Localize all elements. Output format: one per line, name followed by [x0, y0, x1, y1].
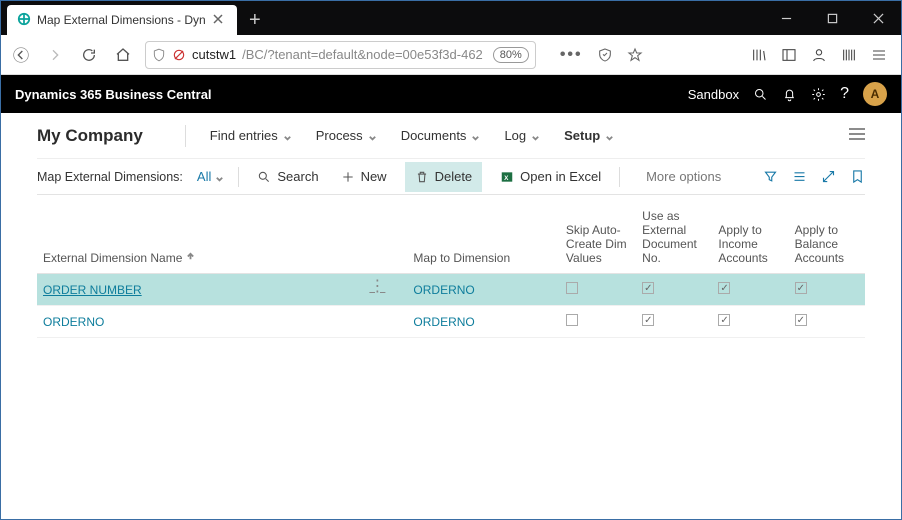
svg-text:X: X: [504, 174, 509, 181]
maximize-button[interactable]: [809, 1, 855, 35]
tab-close-icon[interactable]: [212, 13, 224, 28]
chevron-down-icon: [283, 131, 292, 140]
row-menu-icon[interactable]: ⋮: [369, 283, 401, 291]
col-name[interactable]: External Dimension Name: [37, 201, 407, 274]
expand-icon[interactable]: [821, 169, 836, 184]
checkbox-income[interactable]: [718, 314, 730, 326]
delete-action[interactable]: Delete: [405, 162, 483, 192]
menu-process[interactable]: Process: [316, 128, 377, 143]
shield-icon: [152, 48, 166, 62]
col-income[interactable]: Apply to Income Accounts: [712, 201, 788, 274]
app-header: Dynamics 365 Business Central Sandbox ? …: [1, 75, 901, 113]
chevron-down-icon: [531, 131, 540, 140]
action-bar: Map External Dimensions: All Search New …: [37, 159, 865, 195]
settings-gear-icon[interactable]: [811, 87, 826, 102]
menu-find-entries[interactable]: Find entries: [210, 128, 292, 143]
reload-button[interactable]: [77, 43, 101, 67]
close-window-button[interactable]: [855, 1, 901, 35]
new-tab-button[interactable]: +: [237, 5, 273, 35]
checkbox-income[interactable]: [718, 282, 730, 294]
cell-name[interactable]: ORDERNO: [43, 315, 104, 329]
col-extno[interactable]: Use as External Document No.: [636, 201, 712, 274]
user-avatar[interactable]: A: [863, 82, 887, 106]
checkbox-balance[interactable]: [795, 314, 807, 326]
bookmark-icon[interactable]: [850, 169, 865, 184]
search-icon[interactable]: [753, 87, 768, 102]
address-bar[interactable]: cutstw1/BC/?tenant=default&node=00e53f3d…: [145, 41, 536, 69]
toolbar-right-icons: [751, 47, 887, 63]
checkbox-extno[interactable]: [642, 282, 654, 294]
search-action[interactable]: Search: [253, 162, 322, 192]
page: My Company Find entries Process Document…: [1, 113, 901, 338]
checkbox-balance[interactable]: [795, 282, 807, 294]
tracking-blocked-icon: [172, 48, 186, 62]
view-icons: [763, 169, 865, 184]
minimize-button[interactable]: [763, 1, 809, 35]
nav-hamburger-icon[interactable]: [849, 127, 865, 145]
cell-map[interactable]: ORDERNO: [407, 306, 560, 338]
environment-badge: Sandbox: [688, 87, 739, 102]
page-title-bar: My Company Find entries Process Document…: [37, 113, 865, 159]
col-map[interactable]: Map to Dimension: [407, 201, 560, 274]
sort-asc-icon: [186, 251, 195, 265]
cell-name[interactable]: ORDER NUMBER: [43, 283, 142, 297]
cell-map[interactable]: ORDERNO: [407, 274, 560, 306]
browser-tab-strip: Map External Dimensions - Dyn +: [1, 1, 901, 35]
open-in-excel-action[interactable]: XOpen in Excel: [496, 162, 605, 192]
list-view-icon[interactable]: [792, 169, 807, 184]
url-path: /BC/?tenant=default&node=00e53f3d-462: [242, 47, 483, 62]
browser-toolbar: cutstw1/BC/?tenant=default&node=00e53f3d…: [1, 35, 901, 75]
col-balance[interactable]: Apply to Balance Accounts: [789, 201, 865, 274]
dimensions-table: External Dimension Name Map to Dimension…: [37, 201, 865, 338]
sidebar-icon[interactable]: [781, 47, 797, 63]
browser-tab[interactable]: Map External Dimensions - Dyn: [7, 5, 237, 35]
checkbox-skip[interactable]: [566, 282, 578, 294]
table-row[interactable]: ORDER NUMBER ⋮ ORDERNO: [37, 274, 865, 306]
zoom-badge[interactable]: 80%: [493, 47, 529, 63]
menu-documents[interactable]: Documents: [401, 128, 481, 143]
checkbox-extno[interactable]: [642, 314, 654, 326]
favicon-icon: [17, 12, 31, 29]
table-row[interactable]: ORDERNO ORDERNO: [37, 306, 865, 338]
window-controls: [763, 1, 901, 35]
page-label: Map External Dimensions:: [37, 170, 183, 184]
notifications-icon[interactable]: [782, 87, 797, 102]
overflow-grid-icon[interactable]: [841, 47, 857, 63]
account-icon[interactable]: [811, 47, 827, 63]
reader-icon[interactable]: [597, 47, 613, 63]
menu-log[interactable]: Log: [504, 128, 540, 143]
menu-setup[interactable]: Setup: [564, 128, 614, 143]
page-actions-icon[interactable]: •••: [560, 46, 583, 64]
main-menu-icon[interactable]: [871, 47, 887, 63]
new-action[interactable]: New: [337, 162, 391, 192]
col-skip[interactable]: Skip Auto-Create Dim Values: [560, 201, 636, 274]
chevron-down-icon: [605, 131, 614, 140]
tab-title: Map External Dimensions - Dyn: [37, 13, 206, 27]
checkbox-skip[interactable]: [566, 314, 578, 326]
url-host: cutstw1: [192, 47, 236, 62]
chevron-down-icon: [471, 131, 480, 140]
library-icon[interactable]: [751, 47, 767, 63]
address-bar-tools: •••: [560, 46, 643, 64]
filter-icon[interactable]: [763, 169, 778, 184]
more-options[interactable]: More options: [646, 169, 721, 184]
company-name: My Company: [37, 126, 143, 146]
bookmark-star-icon[interactable]: [627, 47, 643, 63]
help-icon[interactable]: ?: [840, 85, 849, 103]
back-button[interactable]: [9, 43, 33, 67]
app-brand: Dynamics 365 Business Central: [15, 87, 212, 102]
forward-button[interactable]: [43, 43, 67, 67]
home-button[interactable]: [111, 43, 135, 67]
view-filter[interactable]: All: [197, 169, 224, 184]
chevron-down-icon: [215, 172, 224, 181]
chevron-down-icon: [368, 131, 377, 140]
